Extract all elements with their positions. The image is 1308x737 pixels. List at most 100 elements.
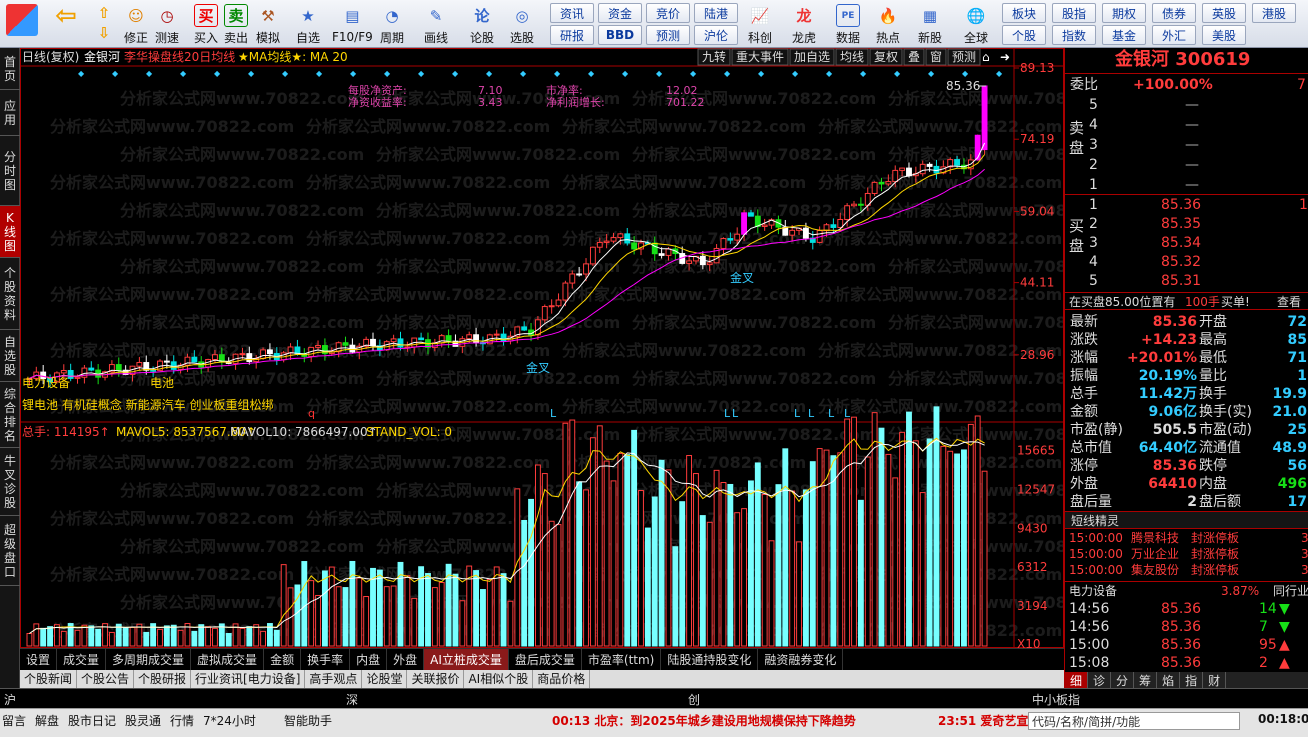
indicator-tab[interactable]: 外盘 — [387, 649, 425, 670]
cyb-index[interactable]: 创 — [688, 691, 700, 708]
nav-timeshare[interactable]: 分时图 — [0, 136, 20, 206]
options-button[interactable]: 期权 — [1102, 3, 1146, 23]
event-marker-icon[interactable]: ◆ — [554, 69, 561, 78]
bonds-button[interactable]: 债券 — [1152, 3, 1196, 23]
indicator-tab[interactable]: 内盘 — [350, 649, 388, 670]
hotspot-button[interactable]: 🔥 热点 — [876, 2, 900, 46]
event-marker-icon[interactable]: ◆ — [622, 69, 629, 78]
status-item[interactable]: 行情 — [170, 712, 194, 729]
news-button[interactable]: 资讯 — [550, 3, 594, 23]
sell-level-row[interactable]: 5— — [1065, 96, 1308, 114]
buy-level-row[interactable]: 4 85.32 — [1065, 253, 1308, 271]
info-tab[interactable]: AI相似个股 — [464, 670, 534, 688]
status-item[interactable]: 7*24小时 — [203, 712, 256, 729]
f10-button[interactable]: ▤ F10/F9 — [332, 2, 373, 46]
event-marker-icon[interactable]: ◆ — [520, 69, 527, 78]
up-down-buttons[interactable]: ⇧ ⇩ — [92, 2, 116, 46]
event-marker-icon[interactable]: ◆ — [180, 69, 187, 78]
panel-tab[interactable]: 细 — [1065, 672, 1089, 688]
event-marker-icon[interactable]: ◆ — [112, 69, 119, 78]
sector-button[interactable]: 板块 — [1002, 3, 1046, 23]
funds-tab-button[interactable]: 基金 — [1102, 25, 1146, 45]
event-marker-icon[interactable]: ◆ — [758, 69, 765, 78]
news-ticker[interactable]: 00:13 北京：到2025年城乡建设用地规模保持下降趋势 — [552, 712, 856, 729]
event-marker-icon[interactable]: ◆ — [962, 69, 969, 78]
event-marker-icon[interactable]: ◆ — [248, 69, 255, 78]
indicator-tab[interactable]: 融资融券变化 — [758, 649, 844, 670]
dragon-tiger-button[interactable]: 龙龙虎 — [792, 2, 816, 46]
fix-button[interactable]: ☺ 修正 — [124, 2, 148, 46]
nav-profile[interactable]: 个股资料 — [0, 258, 20, 330]
status-item[interactable]: 股市日记 — [68, 712, 116, 729]
down-arrow-icon[interactable]: ⇩ — [92, 24, 116, 42]
sell-level-row[interactable]: 3— — [1065, 136, 1308, 154]
event-marker-icon[interactable]: ◆ — [588, 69, 595, 78]
hk-connect-button[interactable]: 陆港 — [694, 3, 738, 23]
indicator-tab[interactable]: 盘后成交量 — [509, 649, 582, 670]
sz-index[interactable]: 深 — [346, 691, 358, 708]
info-tab[interactable]: 论股堂 — [362, 670, 408, 688]
status-item[interactable]: 留言 — [2, 712, 26, 729]
discuss-button[interactable]: 论论股 — [470, 2, 494, 46]
indicator-tab[interactable]: 设置 — [20, 649, 58, 670]
info-tab[interactable]: 高手观点 — [305, 670, 363, 688]
sell-level-row[interactable]: 2— — [1065, 156, 1308, 174]
forex-button[interactable]: 外汇 — [1152, 25, 1196, 45]
simulate-button[interactable]: ⚒ 模拟 — [256, 2, 280, 46]
kline-chart[interactable]: 分析家公式网www.70822.com 分析家公式网www.70822.com 分析… — [20, 48, 1132, 651]
smb-index[interactable]: 中小板指 — [1032, 691, 1080, 708]
indicator-tab[interactable]: 换手率 — [301, 649, 351, 670]
funds-button[interactable]: 资金 — [598, 3, 642, 23]
buy-level-row[interactable]: 1 85.36 1 — [1065, 196, 1308, 214]
bbd-button[interactable]: BBD — [598, 25, 642, 45]
alert-row[interactable]: 15:00:00 腾景科技 封涨停板 3 — [1065, 530, 1308, 546]
info-tab[interactable]: 行业资讯[电力设备] — [191, 670, 306, 688]
nav-superpanel[interactable]: 超级盘口 — [0, 516, 20, 586]
us-stocks-button[interactable]: 美股 — [1202, 25, 1246, 45]
event-marker-icon[interactable]: ◆ — [418, 69, 425, 78]
index-button[interactable]: 指数 — [1052, 25, 1096, 45]
order-alert[interactable]: 在买盘85.00位置有 100手 买单! 查看 — [1065, 292, 1308, 310]
event-marker-icon[interactable]: ◆ — [78, 69, 85, 78]
event-marker-icon[interactable]: ◆ — [928, 69, 935, 78]
nav-ranking[interactable]: 综合排名 — [0, 382, 20, 448]
panel-tab[interactable]: 指 — [1180, 672, 1204, 688]
info-tab[interactable]: 商品价格 — [533, 670, 591, 688]
sell-level-row[interactable]: 4— — [1065, 116, 1308, 134]
nav-home[interactable]: 首页 — [0, 48, 20, 90]
hk-stocks-button[interactable]: 港股 — [1252, 3, 1296, 23]
ipo-button[interactable]: ▦ 新股 — [918, 2, 942, 46]
event-marker-icon[interactable]: ◆ — [452, 69, 459, 78]
event-marker-icon[interactable]: ◆ — [214, 69, 221, 78]
info-tab[interactable]: 关联报价 — [407, 670, 465, 688]
event-marker-icon[interactable]: ◆ — [282, 69, 289, 78]
auction-button[interactable]: 竞价 — [646, 3, 690, 23]
nav-apps[interactable]: 应用 — [0, 90, 20, 136]
stocks-button[interactable]: 个股 — [1002, 25, 1046, 45]
panel-tab[interactable]: 财 — [1203, 672, 1227, 688]
event-marker-icon[interactable]: ◆ — [486, 69, 493, 78]
indicator-tab[interactable]: 多周期成交量 — [106, 649, 192, 670]
search-input[interactable]: 代码/名称/简拼/功能 — [1028, 712, 1240, 730]
expand-icon[interactable]: ➜ — [1000, 50, 1010, 64]
home-small-icon[interactable]: ⌂ — [982, 50, 990, 64]
status-item[interactable]: 智能助手 — [284, 712, 332, 729]
star-market-button[interactable]: 📈 科创 — [748, 2, 772, 46]
indicator-tab[interactable]: AI立桩成交量 — [424, 649, 509, 670]
info-tab[interactable]: 个股公告 — [77, 670, 135, 688]
event-marker-icon[interactable]: ◆ — [792, 69, 799, 78]
nav-watchlist[interactable]: 自选股 — [0, 330, 20, 382]
screener-button[interactable]: ◎ 选股 — [510, 2, 534, 46]
event-marker-icon[interactable]: ◆ — [146, 69, 153, 78]
sell-button[interactable]: 卖卖出 — [224, 2, 248, 46]
event-marker-icon[interactable]: ◆ — [690, 69, 697, 78]
uk-stocks-button[interactable]: 英股 — [1202, 3, 1246, 23]
panel-tab[interactable]: 诊 — [1088, 672, 1112, 688]
event-marker-icon[interactable]: ◆ — [860, 69, 867, 78]
alert-row[interactable]: 15:00:00 万业企业 封涨停板 3 — [1065, 546, 1308, 562]
news-ticker-2[interactable]: 23:51 爱奇艺宣 — [938, 712, 1028, 729]
shanghai-london-button[interactable]: 沪伦 — [694, 25, 738, 45]
panel-tab[interactable]: 焰 — [1157, 672, 1181, 688]
forecast-button[interactable]: 预测 — [646, 25, 690, 45]
research-button[interactable]: 研报 — [550, 25, 594, 45]
